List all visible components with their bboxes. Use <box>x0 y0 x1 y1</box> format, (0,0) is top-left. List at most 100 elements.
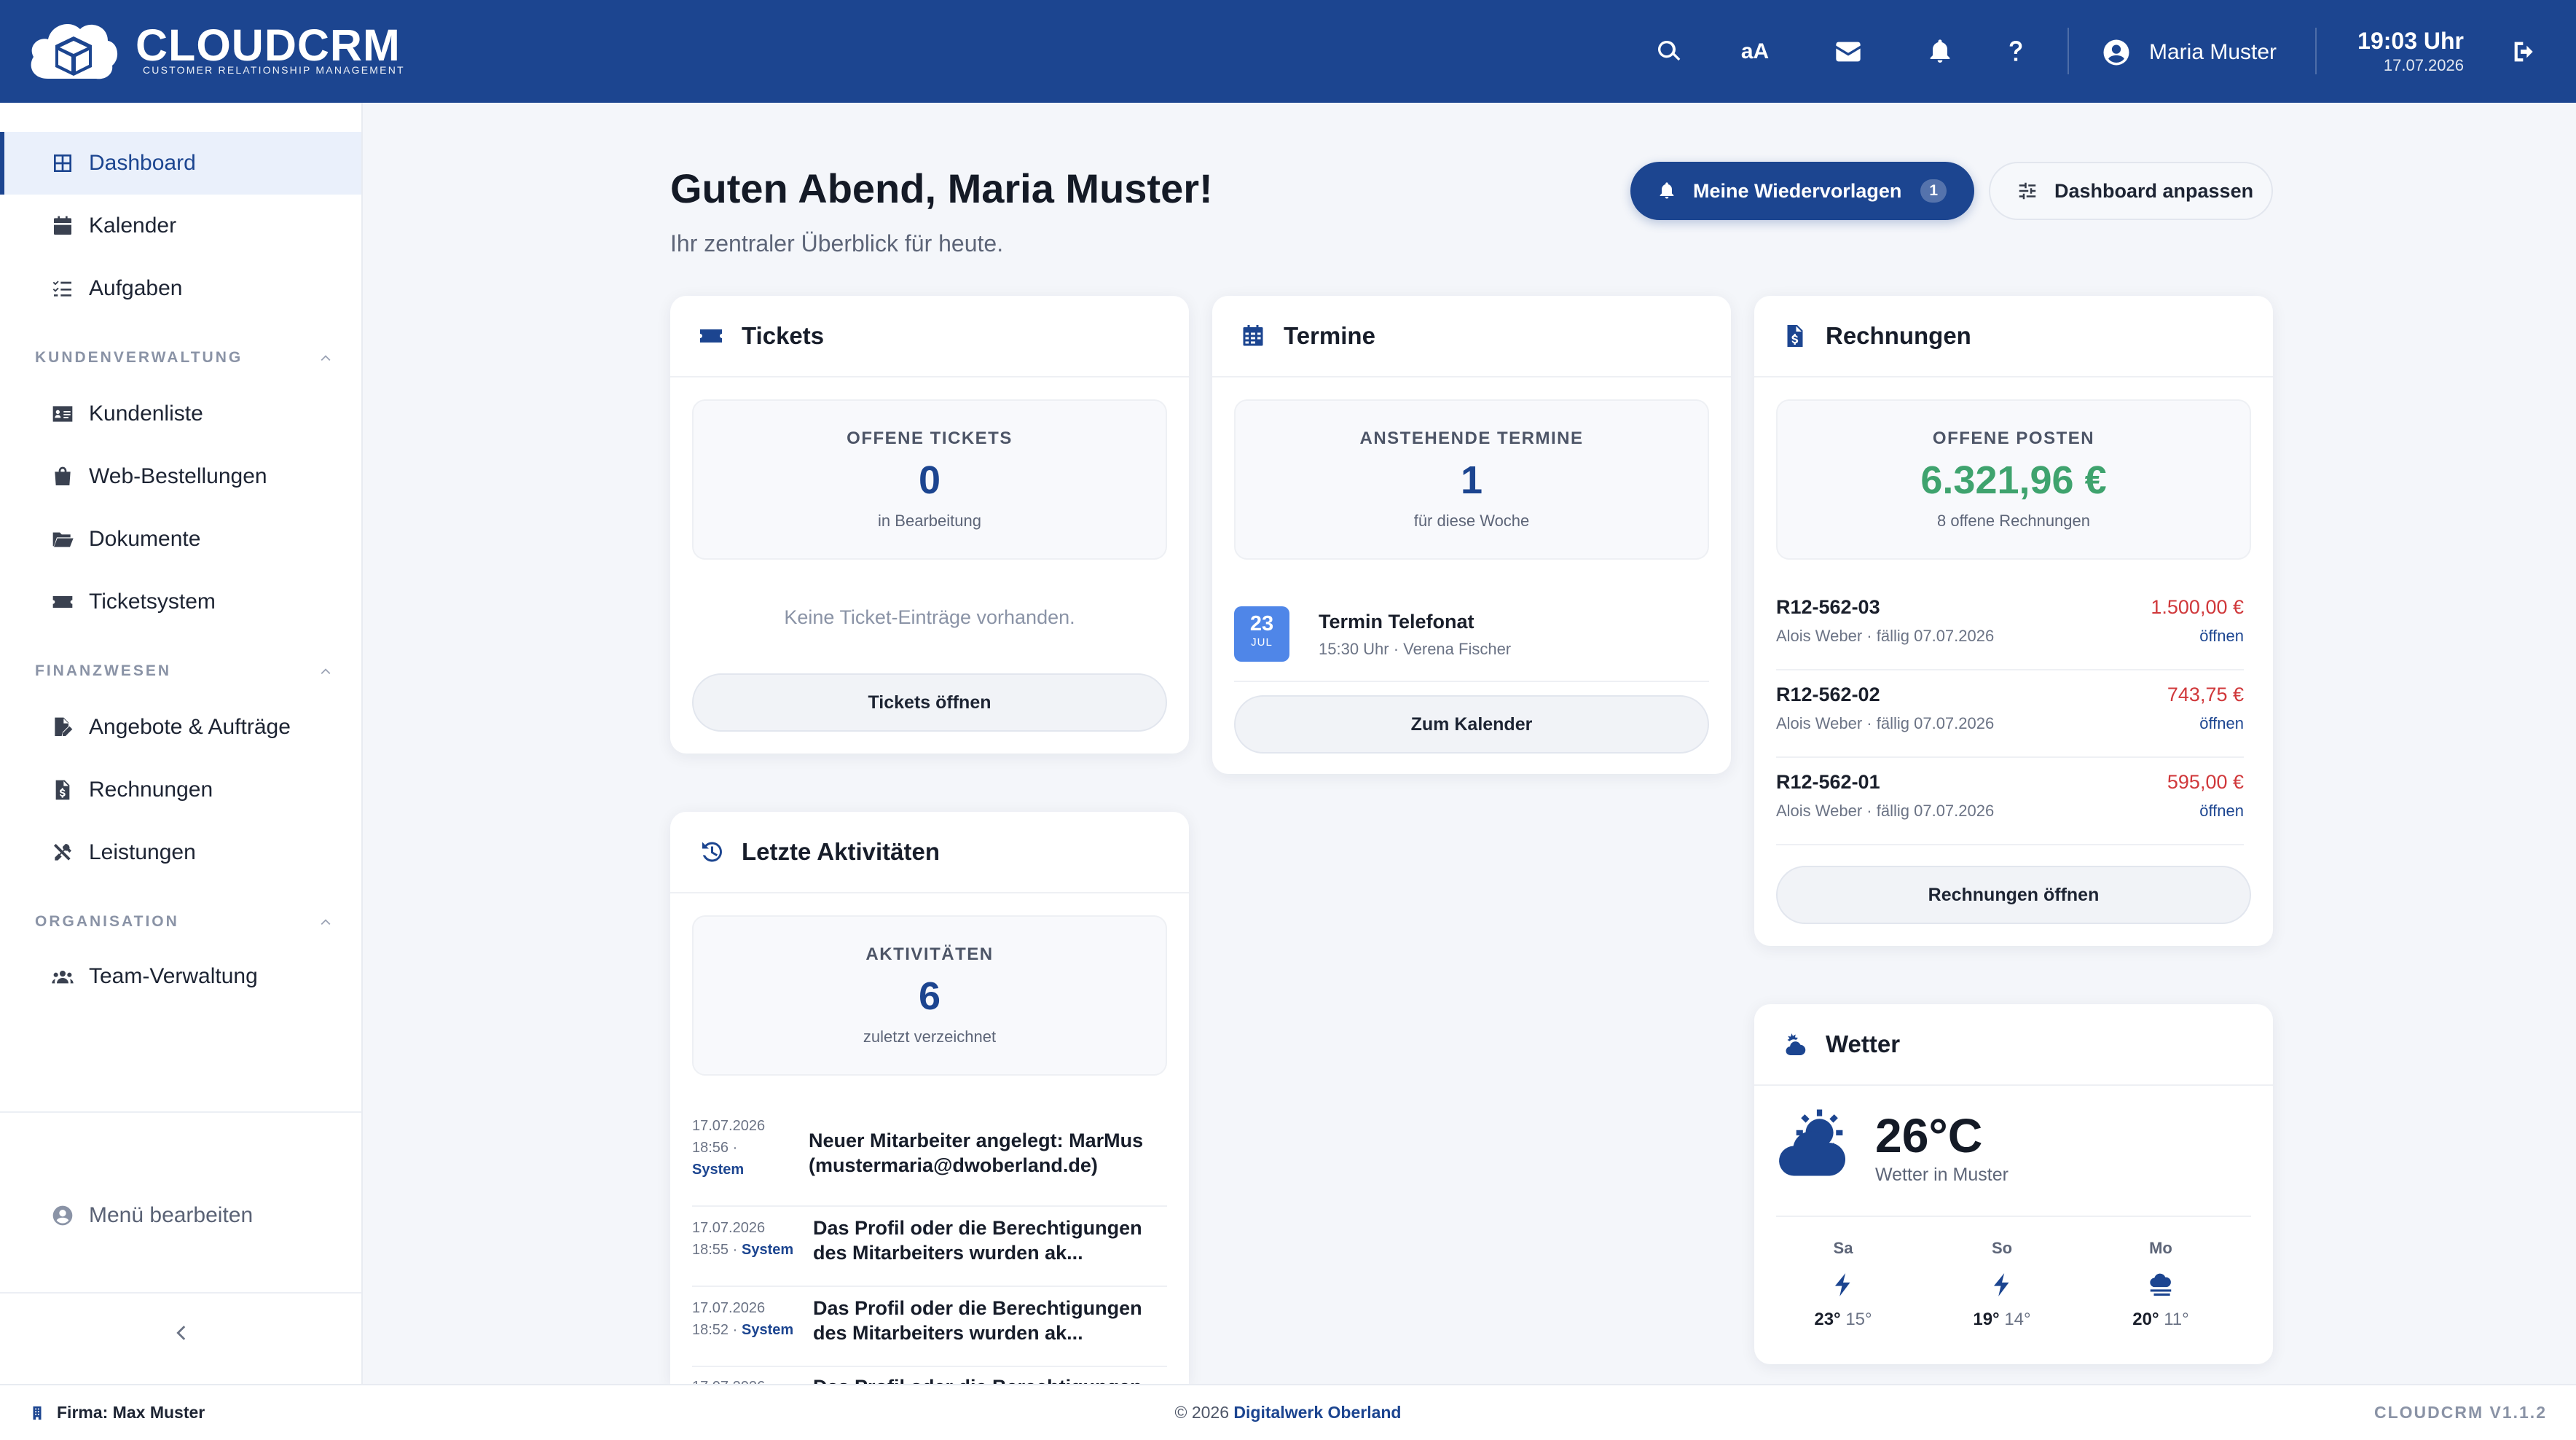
sidebar-item-offers-orders[interactable]: Angebote & Aufträge <box>0 696 361 759</box>
top-header: CLOUDCRM CUSTOMER RELATIONSHIP MANAGEMEN… <box>0 0 2576 103</box>
user-menu[interactable]: Maria Muster <box>2101 32 2277 73</box>
messages-button[interactable] <box>1827 31 1869 73</box>
logout-button[interactable] <box>2503 31 2545 73</box>
clock-time: 19:03 Uhr <box>2357 28 2464 54</box>
weather-divider <box>1776 1216 2251 1217</box>
open-tickets-button[interactable]: Tickets öffnen <box>692 673 1167 732</box>
cloud-sun-icon <box>1779 1109 1846 1176</box>
font-size-button[interactable]: aA <box>1734 31 1776 73</box>
page-title: Guten Abend, Maria Muster! <box>670 165 1213 211</box>
file-invoice-icon <box>1787 325 1803 347</box>
forecast-low: 15° <box>1845 1310 1872 1329</box>
sidebar-item-calendar[interactable]: Kalender <box>0 195 361 257</box>
stat-label: OFFENE TICKETS <box>847 429 1013 448</box>
forecast-day-name: So <box>1991 1239 2013 1257</box>
activities-card: Letzte Aktivitäten AKTIVITÄTEN 6 zuletzt… <box>670 812 1189 1384</box>
forecast-temps: 20° 11° <box>2117 1310 2204 1330</box>
sidebar-item-services[interactable]: Leistungen <box>0 821 361 884</box>
invoice-open-link[interactable]: öffnen <box>2199 802 2244 821</box>
sidebar-item-invoices[interactable]: Rechnungen <box>0 759 361 821</box>
notifications-button[interactable] <box>1919 31 1961 73</box>
user-name: Maria Muster <box>2149 40 2277 64</box>
section-header-finanzwesen[interactable]: FINANZWESEN <box>35 662 334 680</box>
followups-button[interactable]: Meine Wiedervorlagen 1 <box>1630 162 1974 220</box>
current-temperature: 26°C <box>1875 1108 1983 1162</box>
weather-location: Wetter in Muster <box>1875 1165 2008 1185</box>
help-button[interactable] <box>1995 31 2037 73</box>
sliders-icon <box>2019 182 2036 200</box>
sidebar-item-dashboard[interactable]: Dashboard <box>0 132 361 195</box>
cloud-cube-logo-icon[interactable] <box>26 15 121 87</box>
activity-source: System <box>692 1162 745 1178</box>
ticket-icon <box>52 596 73 608</box>
bell-icon <box>1660 182 1674 199</box>
stat-value: 6.321,96 € <box>1920 458 2107 502</box>
file-signature-icon <box>55 717 73 736</box>
sidebar-item-tasks[interactable]: Aufgaben <box>0 257 361 320</box>
sidebar-item-ticketsystem[interactable]: Ticketsystem <box>0 571 361 633</box>
sidebar: Dashboard Kalender Aufgaben KUNDENVERWAL… <box>0 103 363 1384</box>
sidebar-item-label: Kalender <box>89 214 177 238</box>
search-icon <box>1658 40 1681 61</box>
sidebar-item-label: Rechnungen <box>89 778 213 802</box>
activity-item[interactable]: 17.07.2026 Das Profil oder die Berechtig… <box>692 1367 1167 1384</box>
section-header-organisation[interactable]: ORGANISATION <box>35 913 334 931</box>
date-month: JUL <box>1251 636 1273 649</box>
activity-text: Neuer Mitarbeiter angelegt: MarMus <box>809 1130 1144 1151</box>
sidebar-item-documents[interactable]: Dokumente <box>0 508 361 571</box>
invoice-amount: 595,00 € <box>2167 771 2244 793</box>
section-title: ORGANISATION <box>35 913 179 930</box>
activity-text: des Mitarbeiters wurden ak... <box>813 1242 1083 1264</box>
activity-source: System <box>742 1242 794 1258</box>
card-header: Rechnungen <box>1754 296 2273 377</box>
copyright-text: © 2026 <box>1174 1403 1230 1422</box>
forecast-high: 20° <box>2132 1310 2159 1329</box>
customize-dashboard-button[interactable]: Dashboard anpassen <box>1989 162 2273 220</box>
section-header-kundenverwaltung[interactable]: KUNDENVERWALTUNG <box>35 349 334 367</box>
sidebar-item-label: Angebote & Aufträge <box>89 715 291 739</box>
user-circle-icon <box>2103 39 2129 66</box>
search-button[interactable] <box>1648 31 1690 73</box>
activity-date: 17.07.2026 <box>692 1300 766 1316</box>
sidebar-item-team[interactable]: Team-Verwaltung <box>0 945 361 1008</box>
forecast-temps: 19° 14° <box>1958 1310 2046 1330</box>
activity-date: 17.07.2026 <box>692 1376 765 1384</box>
cloud-fog-icon <box>2150 1273 2172 1296</box>
invoice-meta: Alois Weber · fällig 07.07.2026 <box>1776 627 1995 645</box>
open-calendar-button[interactable]: Zum Kalender <box>1234 695 1709 754</box>
chevron-left-icon <box>176 1326 186 1340</box>
activity-item[interactable]: 17.07.2026 18:52 · System Das Profil ode… <box>692 1287 1167 1367</box>
activity-item[interactable]: 17.07.2026 18:55 · System Das Profil ode… <box>692 1207 1167 1287</box>
menu-edit-label: Menü bearbeiten <box>89 1203 254 1227</box>
activities-stat: AKTIVITÄTEN 6 zuletzt verzeichnet <box>692 915 1167 1076</box>
appointments-card: Termine ANSTEHENDE TERMINE 1 für diese W… <box>1212 296 1731 774</box>
chevron-up-icon <box>321 919 331 926</box>
stat-caption: für diese Woche <box>1413 512 1530 530</box>
stat-caption: zuletzt verzeichnet <box>863 1028 997 1046</box>
activity-text: (mustermaria@dwoberland.de) <box>809 1154 1098 1176</box>
invoice-open-link[interactable]: öffnen <box>2199 714 2244 733</box>
invoice-row[interactable]: R12-562-03 Alois Weber · fällig 07.07.20… <box>1776 583 2244 670</box>
invoice-row[interactable]: R12-562-02 Alois Weber · fällig 07.07.20… <box>1776 670 2244 758</box>
invoices-card: Rechnungen OFFENE POSTEN 6.321,96 € 8 of… <box>1754 296 2273 946</box>
stat-value: 0 <box>918 458 941 502</box>
invoice-row[interactable]: R12-562-01 Alois Weber · fällig 07.07.20… <box>1776 758 2244 845</box>
invoice-open-link[interactable]: öffnen <box>2199 627 2244 646</box>
sidebar-collapse-button[interactable] <box>160 1312 201 1353</box>
user-circle-icon <box>52 1205 73 1226</box>
calendar-icon <box>1243 325 1263 346</box>
activity-time: 18:52 · <box>692 1322 738 1338</box>
appointment-item[interactable]: 23 JUL Termin Telefonat 15:30 Uhr · Vere… <box>1234 602 1709 682</box>
open-invoices-button[interactable]: Rechnungen öffnen <box>1776 866 2251 924</box>
menu-edit-button[interactable]: Menü bearbeiten <box>0 1184 361 1247</box>
bell-icon <box>1930 39 1950 63</box>
activity-time: 18:55 · <box>692 1242 738 1258</box>
bolt-icon <box>1834 1273 1850 1296</box>
sidebar-item-web-orders[interactable]: Web-Bestellungen <box>0 445 361 508</box>
stat-caption: in Bearbeitung <box>878 512 981 530</box>
activity-item[interactable]: 17.07.2026 18:56 · System Neuer Mitarbei… <box>692 1109 1167 1207</box>
sidebar-item-kundenliste[interactable]: Kundenliste <box>0 383 361 445</box>
sidebar-divider <box>0 1111 361 1113</box>
open-items-stat: OFFENE POSTEN 6.321,96 € 8 offene Rechnu… <box>1776 399 2251 560</box>
copyright-link[interactable]: Digitalwerk Oberland <box>1233 1403 1401 1422</box>
